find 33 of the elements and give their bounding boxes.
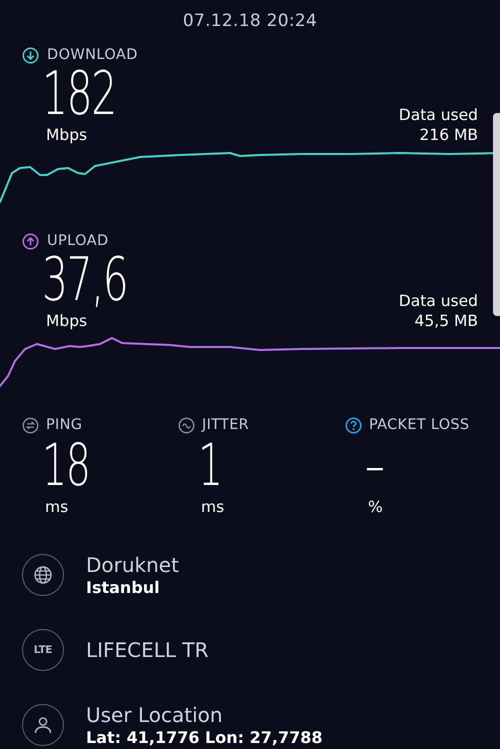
info-subtitle: Istanbul — [86, 578, 161, 598]
data-used-value: 45,5 MB — [414, 311, 478, 331]
info-title: LIFECELL TR — [86, 636, 209, 662]
upload-icon — [22, 232, 39, 250]
speed-unit: Mbps — [46, 311, 88, 331]
metric-unit: % — [368, 497, 384, 517]
speed-value: 37,6 — [42, 249, 128, 311]
globe-icon — [22, 554, 64, 596]
data-used-value: 216 MB — [419, 125, 478, 145]
ping-icon — [22, 416, 39, 434]
person-icon — [22, 704, 64, 746]
help-icon — [345, 416, 362, 434]
metric-value: 18 — [42, 435, 90, 497]
download-icon — [22, 46, 39, 64]
info-title: Doruknet — [86, 552, 179, 578]
network-badge: LTE — [22, 628, 64, 670]
result-label: UPLOAD — [47, 233, 109, 249]
info-subtitle: Lat: 41,1776 Lon: 27,7788 — [86, 728, 322, 748]
metric-label: JITTER — [202, 417, 250, 433]
jitter-icon — [178, 416, 195, 434]
speed-unit: Mbps — [46, 125, 88, 145]
speed-value: 182 — [42, 63, 116, 125]
data-used-label: Data used — [398, 105, 478, 125]
metric-label: PING — [46, 417, 82, 433]
info-title: User Location — [86, 702, 224, 728]
data-used-label: Data used — [398, 291, 478, 311]
metric-value: 1 — [198, 435, 222, 497]
metric-unit: ms — [45, 497, 70, 517]
metric-label: PACKET LOSS — [369, 417, 470, 433]
metric-unit: ms — [201, 497, 226, 517]
result-label: DOWNLOAD — [47, 47, 138, 63]
metric-value: – — [365, 435, 384, 497]
timestamp: 07.12.18 20:24 — [182, 10, 318, 33]
